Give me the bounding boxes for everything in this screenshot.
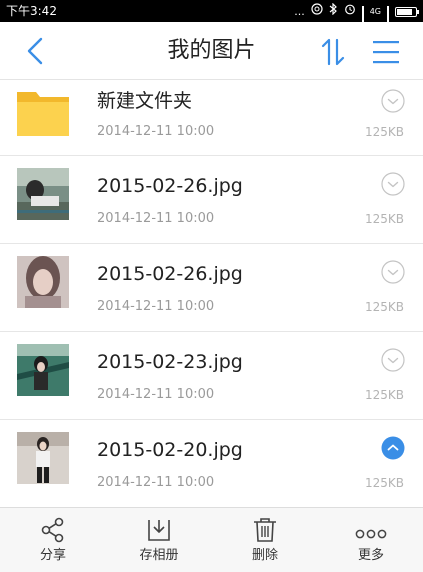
file-name: 新建文件夹 [97,90,193,112]
bluetooth-icon [329,2,338,20]
battery-icon [395,6,419,17]
save-album-label: 存相册 [139,548,179,563]
status-icons: ... 4G [294,2,419,41]
list-item[interactable]: 新建文件夹 2014-12-11 10:00 125KB [0,80,423,156]
file-date: 2014-12-11 10:00 [97,211,215,226]
nfc-icon [311,3,323,20]
select-toggle[interactable] [381,436,405,460]
alarm-icon [344,3,356,20]
file-list: 新建文件夹 2014-12-11 10:00 125KB 2015-02-26.… [0,80,423,508]
more-icon [355,529,387,539]
share-label: 分享 [39,548,66,563]
list-item[interactable]: 2015-02-26.jpg 2014-12-11 10:00 125KB [0,156,423,244]
select-toggle[interactable] [381,348,405,372]
nav-bar: 我的图片 [0,22,423,80]
select-toggle[interactable] [381,172,405,196]
chevron-down-circle-icon [381,260,405,284]
list-item[interactable]: 2015-02-26.jpg 2014-12-11 10:00 125KB [0,244,423,332]
file-size: 125KB [364,125,404,139]
photo-thumbnail [17,168,69,220]
chevron-down-circle-icon [381,348,405,372]
more-button[interactable]: 更多 [318,508,423,572]
save-to-album-button[interactable]: 存相册 [106,508,212,572]
file-name: 2015-02-23.jpg [97,351,243,373]
file-date: 2014-12-11 10:00 [97,475,215,490]
chevron-down-circle-icon [381,172,405,196]
file-date: 2014-12-11 10:00 [97,387,215,402]
menu-button[interactable] [372,38,400,66]
share-icon [41,517,64,543]
back-button[interactable] [22,36,50,66]
select-toggle[interactable] [381,89,405,113]
status-time: 下午3:42 [6,4,57,18]
file-date: 2014-12-11 10:00 [97,299,215,314]
bottom-toolbar: 分享 存相册 删除 更多 [0,507,423,572]
photo-thumbnail [17,256,69,308]
more-dots-icon: ... [294,4,305,18]
trash-icon [254,518,276,542]
file-size: 125KB [364,300,404,314]
photo-thumbnail [17,344,69,396]
network-type: 4G [369,7,381,16]
sort-button[interactable] [318,37,348,67]
file-name: 2015-02-20.jpg [97,439,243,461]
chevron-left-icon [27,37,43,65]
list-item[interactable]: 2015-02-20.jpg 2014-12-11 10:00 125KB [0,420,423,508]
signal-icon [361,6,364,41]
page-title: 我的图片 [167,38,256,63]
signal-icon-2 [387,6,389,41]
file-size: 125KB [364,212,404,226]
photo-thumbnail [17,432,69,484]
more-label: 更多 [357,548,384,563]
status-bar: 下午3:42 ... 4G [0,0,423,41]
menu-icon [373,41,399,64]
list-item[interactable]: 2015-02-23.jpg 2014-12-11 10:00 125KB [0,332,423,420]
file-size: 125KB [364,388,404,402]
select-toggle[interactable] [381,260,405,284]
folder-icon [17,88,69,140]
file-name: 2015-02-26.jpg [97,263,243,285]
file-size: 125KB [364,476,404,490]
chevron-up-circle-icon [381,436,405,460]
sort-icon [321,38,345,66]
share-button[interactable]: 分享 [0,508,106,572]
file-name: 2015-02-26.jpg [97,175,243,197]
file-date: 2014-12-11 10:00 [97,124,215,139]
delete-button[interactable]: 删除 [212,508,318,572]
chevron-down-circle-icon [381,89,405,113]
delete-label: 删除 [251,548,278,563]
download-icon [148,520,170,541]
